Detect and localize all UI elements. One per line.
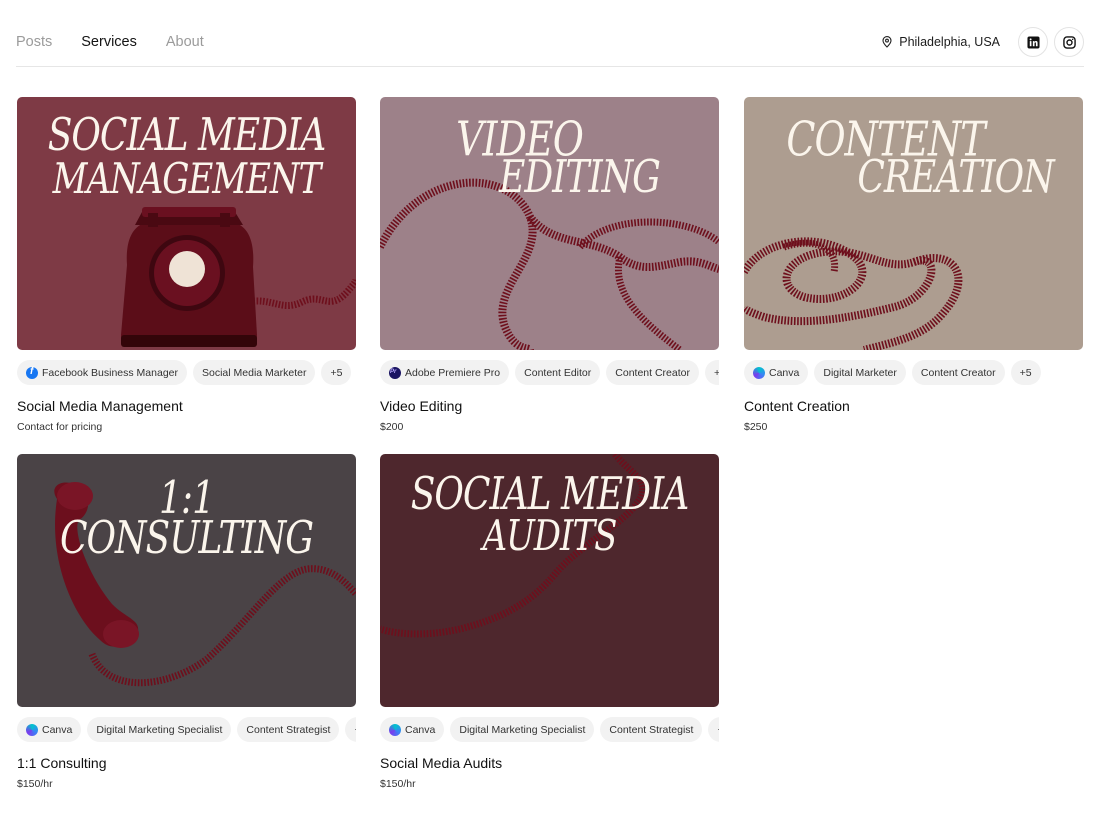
service-price: $250 [744,421,768,433]
location: Philadelphia, USA [881,35,1000,49]
tab-bar: Posts Services About [16,33,204,51]
tab-services[interactable]: Services [81,33,137,51]
canva-icon [753,366,765,379]
tag-more-count[interactable]: + [345,717,356,742]
service-price: $150/hr [17,778,53,790]
skill-tags: Canva Digital Marketing Specialist Conte… [17,717,356,743]
card-artwork-title: EDITING [499,151,661,204]
service-name[interactable]: Video Editing [380,397,462,415]
header-right: Philadelphia, USA [881,27,1084,57]
service-price: Contact for pricing [17,421,103,433]
tag-canva[interactable]: Canva [17,717,82,742]
tag-content-creator[interactable]: Content Creator [606,360,699,385]
tag-more-count[interactable]: + [708,717,719,742]
location-pin-icon [882,36,892,48]
tag-content-strategist[interactable]: Content Strategist [600,717,703,742]
tab-about[interactable]: About [166,33,204,51]
skill-tags: Canva Digital Marketing Specialist Conte… [380,717,719,743]
canva-icon [389,723,401,736]
tag-digital-marketer[interactable]: Digital Marketer [814,360,906,385]
tag-canva[interactable]: Canva [744,360,809,385]
tag-more-count[interactable]: +5 [321,360,352,385]
canva-icon [26,723,38,736]
tag-more-count[interactable]: +5 [1010,360,1041,385]
card-artwork-title: MANAGEMENT [52,154,322,204]
card-thumbnail[interactable]: CONTENT CREATION [744,97,1083,350]
service-price: $200 [380,421,404,433]
tag-canva[interactable]: Canva [380,717,445,742]
premiere-pro-icon [389,366,401,379]
tab-posts[interactable]: Posts [16,33,52,51]
service-price: $150/hr [380,778,416,790]
tag-facebook-business-manager[interactable]: Facebook Business Manager [17,360,187,385]
instagram-button[interactable] [1054,27,1084,57]
card-thumbnail[interactable]: SOCIAL MEDIA AUDITS [380,454,719,707]
skill-tags: Adobe Premiere Pro Content Editor Conten… [380,360,719,386]
card-thumbnail[interactable]: 1:1 CONSULTING [17,454,356,707]
tag-social-media-marketer[interactable]: Social Media Marketer [193,360,316,385]
linkedin-icon [1026,35,1040,49]
service-name[interactable]: 1:1 Consulting [17,754,107,772]
top-navigation: Posts Services About Philadelphia, USA [16,0,1084,67]
tag-adobe-premiere-pro[interactable]: Adobe Premiere Pro [380,360,510,385]
service-name[interactable]: Social Media Management [17,397,183,415]
card-artwork-title: CREATION [857,151,1054,204]
skill-tags: Facebook Business Manager Social Media M… [17,360,356,386]
tag-content-strategist[interactable]: Content Strategist [237,717,340,742]
tag-more-count[interactable]: +4 [704,360,719,385]
card-artwork-title: AUDITS [482,511,618,561]
card-thumbnail[interactable]: SOCIAL MEDIA MANAGEMENT [17,97,356,350]
linkedin-button[interactable] [1018,27,1048,57]
card-thumbnail[interactable]: VIDEO EDITING [380,97,719,350]
tag-digital-marketing-specialist[interactable]: Digital Marketing Specialist [450,717,595,742]
card-artwork-title: CONSULTING [59,512,314,565]
instagram-icon [1062,35,1076,49]
tag-digital-marketing-specialist[interactable]: Digital Marketing Specialist [87,717,232,742]
tag-content-editor[interactable]: Content Editor [515,360,601,385]
facebook-icon [26,366,38,379]
skill-tags: Canva Digital Marketer Content Creator +… [744,360,1083,386]
service-name[interactable]: Social Media Audits [380,754,502,772]
service-name[interactable]: Content Creation [744,397,850,415]
tag-content-creator[interactable]: Content Creator [911,360,1005,385]
location-label: Philadelphia, USA [899,35,1000,49]
